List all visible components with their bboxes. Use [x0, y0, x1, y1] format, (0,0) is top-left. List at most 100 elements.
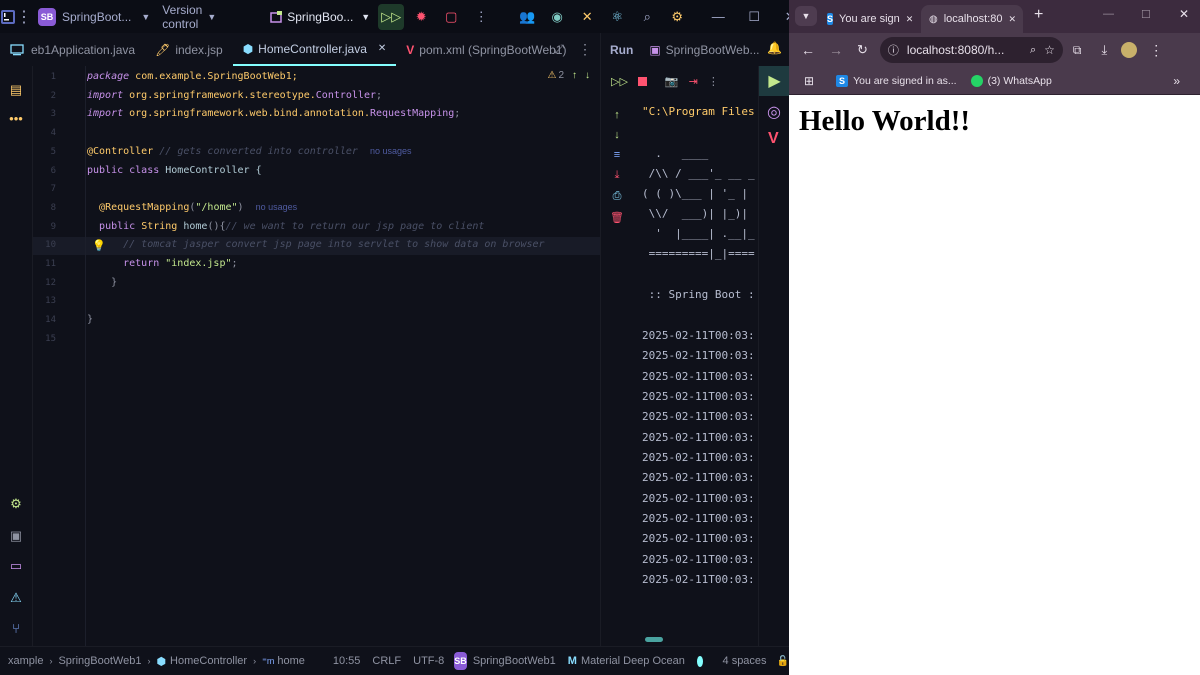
more-tools-icon[interactable]: •••: [6, 108, 26, 128]
tab-pom-xml[interactable]: V pom.xml (SpringBootWeb1): [396, 33, 576, 66]
line-separator[interactable]: CRLF: [372, 655, 401, 667]
intellij-logo-icon[interactable]: [0, 0, 16, 33]
expand-editor-icon[interactable]: ⤢: [554, 42, 564, 57]
new-tab-icon[interactable]: +: [1034, 6, 1043, 24]
run-tool-active-icon[interactable]: ▶: [759, 66, 790, 96]
downloads-icon[interactable]: ⤓: [1101, 42, 1107, 58]
main-menu-icon[interactable]: ⋮: [16, 0, 32, 33]
close-tab-icon[interactable]: ✕: [906, 14, 914, 25]
version-control-menu[interactable]: Version control ▼: [162, 0, 216, 33]
bookmark-item[interactable]: (3) WhatsApp: [970, 74, 1052, 87]
address-bar[interactable]: ⓘ localhost:8080/h... ⌕ ☆: [879, 37, 1063, 63]
file-encoding[interactable]: UTF-8: [413, 655, 444, 667]
close-tab-icon[interactable]: ✕: [1008, 14, 1016, 25]
react-icon[interactable]: ⚛: [604, 4, 630, 30]
maximize-icon[interactable]: ☐: [1141, 8, 1151, 21]
back-icon[interactable]: ←: [801, 42, 815, 58]
ai-chat-icon[interactable]: ◎: [767, 102, 781, 122]
breadcrumb-method[interactable]: home: [277, 655, 305, 667]
editor-more-icon[interactable]: ⋮: [578, 41, 592, 58]
breadcrumb-package[interactable]: xample: [8, 655, 43, 667]
scroll-down-icon[interactable]: ↓: [614, 129, 620, 141]
apps-grid-icon[interactable]: ⊞: [804, 74, 814, 88]
stop-icon[interactable]: [637, 77, 647, 86]
minimize-icon[interactable]: —: [700, 4, 736, 30]
screenshot-icon[interactable]: 📷: [665, 75, 679, 88]
ai-assistant-icon[interactable]: ◉: [544, 4, 570, 30]
site-info-icon[interactable]: ⓘ: [888, 42, 899, 58]
forward-icon[interactable]: →: [829, 42, 843, 58]
services-icon[interactable]: ⚙: [6, 494, 26, 514]
code-line: return "index.jsp";: [123, 258, 238, 269]
horizontal-scrollbar[interactable]: [645, 637, 663, 642]
project-selector[interactable]: SB SpringBoot... ▼: [38, 0, 150, 33]
line-number: 5: [50, 147, 56, 157]
search-icon[interactable]: ⌕: [634, 4, 660, 30]
warning-icon[interactable]: ⚠: [547, 70, 556, 81]
run-config-selector[interactable]: SpringBoo... ▼: [270, 0, 370, 33]
git-icon[interactable]: ⑂: [6, 618, 26, 638]
indent-setting[interactable]: 4 spaces: [723, 655, 767, 667]
zoom-icon[interactable]: ⌕: [1030, 44, 1036, 57]
minimize-icon[interactable]: —: [1103, 8, 1114, 20]
scroll-up-icon[interactable]: ↑: [614, 109, 620, 121]
log-line: 2025-02-11T00:03:: [642, 512, 755, 525]
structure-icon[interactable]: ▤: [6, 80, 26, 100]
exit-icon[interactable]: ⇥: [689, 75, 698, 88]
breadcrumb-module[interactable]: SpringBootWeb1: [58, 655, 141, 667]
maximize-icon[interactable]: ☐: [736, 4, 772, 30]
tab-application-java[interactable]: eb1Application.java: [31, 33, 145, 66]
browser-tab-active[interactable]: ◍ localhost:80 ✕: [921, 5, 1023, 33]
notifications-icon[interactable]: 🔔: [767, 41, 782, 55]
browser-menu-icon[interactable]: ⋮: [1149, 42, 1163, 59]
project-view-icon[interactable]: [0, 43, 33, 56]
java-class-icon: ⬢: [242, 41, 254, 56]
extensions-icon[interactable]: ⧉: [1073, 43, 1082, 58]
theme-name[interactable]: Material Deep Ocean: [581, 655, 685, 667]
print-icon[interactable]: ⎙: [613, 190, 622, 203]
soft-wrap-icon[interactable]: ≡: [614, 149, 620, 161]
terminal-icon[interactable]: ▭: [6, 556, 26, 576]
run-icon[interactable]: ▷▷: [378, 3, 405, 30]
close-icon[interactable]: ✕: [1179, 7, 1189, 21]
lock-icon[interactable]: 🔓: [777, 656, 789, 667]
tab-homecontroller-java[interactable]: ⬢ HomeController.java ✕: [232, 33, 397, 66]
problems-icon[interactable]: ⚠: [6, 588, 26, 608]
next-highlight-icon[interactable]: ↓: [585, 70, 590, 81]
breadcrumb-class[interactable]: HomeController: [170, 655, 247, 667]
maven-tool-icon[interactable]: V: [768, 130, 779, 148]
scroll-to-end-icon[interactable]: ⤓: [615, 169, 620, 182]
bookmark-star-icon[interactable]: ☆: [1044, 43, 1055, 57]
spring-boot-line: :: Spring Boot :: [642, 288, 755, 301]
line-number: 10: [45, 240, 56, 250]
close-tab-icon[interactable]: ✕: [378, 43, 386, 54]
clear-icon[interactable]: 🗑: [610, 211, 624, 224]
run-tab[interactable]: ▣ SpringBootWeb...: [649, 43, 759, 57]
bookmark-item[interactable]: S You are signed in as...: [836, 74, 957, 87]
reload-icon[interactable]: ↻: [857, 42, 868, 58]
code-editor[interactable]: ⚠ 2 ↑ ↓ 1 2 3 4 5 6 8 7 9 10 11 12 13 14…: [33, 66, 600, 646]
browser-toolbar: ← → ↻ ⓘ localhost:8080/h... ⌕ ☆ ⧉ ⤓ ⋮: [789, 33, 1200, 67]
settings-gear-icon[interactable]: ⚙: [664, 4, 690, 30]
tab-index-jsp[interactable]: 🖊 index.jsp: [145, 33, 233, 66]
previous-highlight-icon[interactable]: ↑: [572, 70, 577, 81]
caret-position[interactable]: 10:55: [333, 655, 361, 667]
rerun-icon[interactable]: ▷▷: [611, 75, 628, 88]
debug-icon[interactable]: ✹: [408, 4, 434, 30]
usages-hint[interactable]: no usages: [256, 202, 298, 212]
stop-icon[interactable]: ▢: [438, 4, 464, 30]
more-bookmarks-icon[interactable]: »: [1173, 74, 1180, 88]
tab-search-icon[interactable]: ▼: [795, 6, 817, 26]
module-name[interactable]: SpringBootWeb1: [473, 655, 556, 667]
code-with-me-icon[interactable]: 👥: [514, 4, 540, 30]
more-icon[interactable]: ⋮: [468, 4, 494, 30]
status-indicator-icon[interactable]: [696, 655, 703, 667]
tools-icon[interactable]: ✕: [574, 4, 600, 30]
run-more-icon[interactable]: ⋮: [708, 75, 719, 88]
code-line: import org.springframework.stereotype.Co…: [87, 90, 383, 101]
browser-tab[interactable]: S You are sign ✕: [819, 5, 917, 33]
avatar[interactable]: [1121, 42, 1138, 58]
tab-label: index.jsp: [175, 42, 223, 57]
database-icon[interactable]: ▣: [6, 526, 26, 546]
usages-hint[interactable]: no usages: [370, 146, 412, 156]
